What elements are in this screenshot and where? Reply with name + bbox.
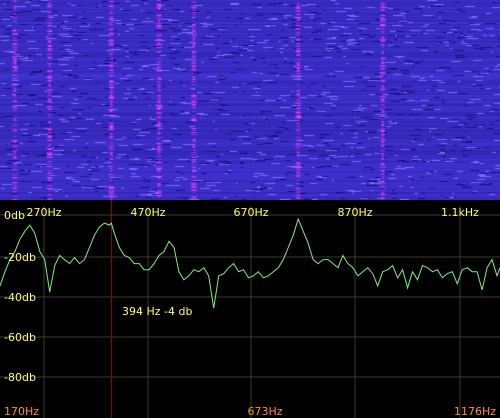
waterfall-spectrogram[interactable]	[0, 0, 500, 200]
cursor-readout: 394 Hz -4 db	[122, 305, 192, 318]
db-tick-label: -80db	[4, 371, 36, 384]
spectrum-analyzer-window: 270Hz 470Hz 670Hz 870Hz 1.1kHz 0db -20db…	[0, 0, 500, 418]
bottom-freq-label-end: 1176Hz	[454, 405, 496, 418]
top-freq-tick-label: 870Hz	[337, 206, 372, 219]
bottom-freq-label-center: 673Hz	[247, 405, 282, 418]
top-freq-tick-label: 1.1kHz	[441, 206, 479, 219]
db-tick-label: -60db	[4, 331, 36, 344]
top-freq-tick-label: 470Hz	[130, 206, 165, 219]
top-freq-tick-label: 270Hz	[26, 206, 61, 219]
db-tick-label: -20db	[4, 251, 36, 264]
bottom-freq-label-start: 170Hz	[4, 405, 39, 418]
spectrum-plot[interactable]: 270Hz 470Hz 670Hz 870Hz 1.1kHz 0db -20db…	[0, 200, 500, 418]
top-freq-tick-label: 670Hz	[233, 206, 268, 219]
db-tick-label: -40db	[4, 291, 36, 304]
spectrum-background	[0, 200, 500, 418]
db-tick-label: 0db	[4, 209, 25, 222]
